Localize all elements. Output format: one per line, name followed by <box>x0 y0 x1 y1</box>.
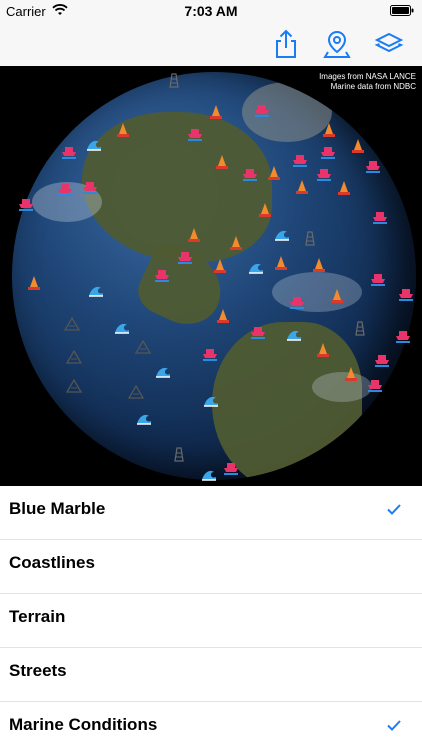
credit-imagery: Images from NASA LANCE <box>319 72 416 81</box>
buoy-marker[interactable] <box>215 308 231 324</box>
buoy-marker[interactable] <box>350 138 366 154</box>
layer-label: Streets <box>9 661 67 680</box>
tower-marker[interactable] <box>171 446 187 462</box>
buoy-marker[interactable] <box>212 258 228 274</box>
layer-row-blue-marble[interactable]: Blue Marble <box>0 486 422 540</box>
warning-marker[interactable] <box>135 339 151 355</box>
warning-marker[interactable] <box>66 378 82 394</box>
ship-marker[interactable] <box>367 377 383 393</box>
layers-list: Blue Marble Coastlines Terrain Streets M… <box>0 486 422 750</box>
cloud-patch <box>272 272 362 312</box>
checkmark-icon <box>387 720 401 731</box>
map-credit: Images from NASA LANCE Marine data from … <box>319 72 416 92</box>
buoy-marker[interactable] <box>343 366 359 382</box>
layer-label: Terrain <box>9 607 66 626</box>
ship-marker[interactable] <box>18 196 34 212</box>
wave-marker[interactable] <box>155 363 171 379</box>
top-toolbar <box>0 22 422 66</box>
checkmark-icon <box>387 504 401 515</box>
layer-label: Coastlines <box>9 553 95 572</box>
tower-marker[interactable] <box>352 320 368 336</box>
layer-row-streets[interactable]: Streets <box>0 648 422 702</box>
globe-map[interactable]: Images from NASA LANCE Marine data from … <box>0 66 422 486</box>
ship-marker[interactable] <box>61 144 77 160</box>
ship-marker[interactable] <box>320 144 336 160</box>
buoy-marker[interactable] <box>311 257 327 273</box>
wave-marker[interactable] <box>86 136 102 152</box>
buoy-marker[interactable] <box>273 255 289 271</box>
ship-marker[interactable] <box>202 346 218 362</box>
ship-marker[interactable] <box>187 126 203 142</box>
ship-marker[interactable] <box>370 271 386 287</box>
ship-marker[interactable] <box>374 352 390 368</box>
layers-icon[interactable] <box>373 28 405 60</box>
tower-marker[interactable] <box>166 72 182 88</box>
warning-marker[interactable] <box>66 349 82 365</box>
buoy-marker[interactable] <box>294 179 310 195</box>
warning-marker[interactable] <box>128 384 144 400</box>
layer-row-marine-conditions[interactable]: Marine Conditions <box>0 702 422 755</box>
ship-marker[interactable] <box>372 209 388 225</box>
buoy-marker[interactable] <box>115 122 131 138</box>
ship-marker[interactable] <box>177 249 193 265</box>
ship-marker[interactable] <box>242 166 258 182</box>
buoy-marker[interactable] <box>336 180 352 196</box>
layer-row-terrain[interactable]: Terrain <box>0 594 422 648</box>
wave-marker[interactable] <box>114 319 130 335</box>
tower-marker[interactable] <box>302 230 318 246</box>
wave-marker[interactable] <box>203 392 219 408</box>
wave-marker[interactable] <box>201 466 217 482</box>
ship-marker[interactable] <box>57 181 73 197</box>
warning-marker[interactable] <box>64 316 80 332</box>
ship-marker[interactable] <box>82 179 98 195</box>
status-bar: Carrier 7:03 AM <box>0 0 422 22</box>
buoy-marker[interactable] <box>186 227 202 243</box>
wave-marker[interactable] <box>88 282 104 298</box>
ship-marker[interactable] <box>289 294 305 310</box>
share-icon[interactable] <box>270 28 302 60</box>
buoy-marker[interactable] <box>228 235 244 251</box>
ship-marker[interactable] <box>365 158 381 174</box>
earth-globe[interactable] <box>12 72 416 480</box>
credit-marine: Marine data from NDBC <box>330 82 416 91</box>
ship-marker[interactable] <box>223 460 239 476</box>
layer-row-coastlines[interactable]: Coastlines <box>0 540 422 594</box>
ship-marker[interactable] <box>154 267 170 283</box>
status-time: 7:03 AM <box>184 3 238 19</box>
buoy-marker[interactable] <box>321 122 337 138</box>
layer-label: Marine Conditions <box>9 715 158 734</box>
buoy-marker[interactable] <box>26 275 42 291</box>
wave-marker[interactable] <box>248 259 264 275</box>
buoy-marker[interactable] <box>315 342 331 358</box>
ship-marker[interactable] <box>398 286 414 302</box>
buoy-marker[interactable] <box>208 104 224 120</box>
buoy-marker[interactable] <box>257 202 273 218</box>
wave-marker[interactable] <box>274 226 290 242</box>
layer-label: Blue Marble <box>9 499 106 518</box>
ship-marker[interactable] <box>316 166 332 182</box>
buoy-marker[interactable] <box>214 154 230 170</box>
cloud-patch <box>312 372 372 402</box>
battery-icon <box>390 5 414 16</box>
ship-marker[interactable] <box>250 324 266 340</box>
ship-marker[interactable] <box>395 328 411 344</box>
wave-marker[interactable] <box>136 410 152 426</box>
location-pin-icon[interactable] <box>321 28 353 60</box>
ship-marker[interactable] <box>292 152 308 168</box>
ship-marker[interactable] <box>254 102 270 118</box>
wave-marker[interactable] <box>286 326 302 342</box>
buoy-marker[interactable] <box>329 288 345 304</box>
buoy-marker[interactable] <box>266 165 282 181</box>
